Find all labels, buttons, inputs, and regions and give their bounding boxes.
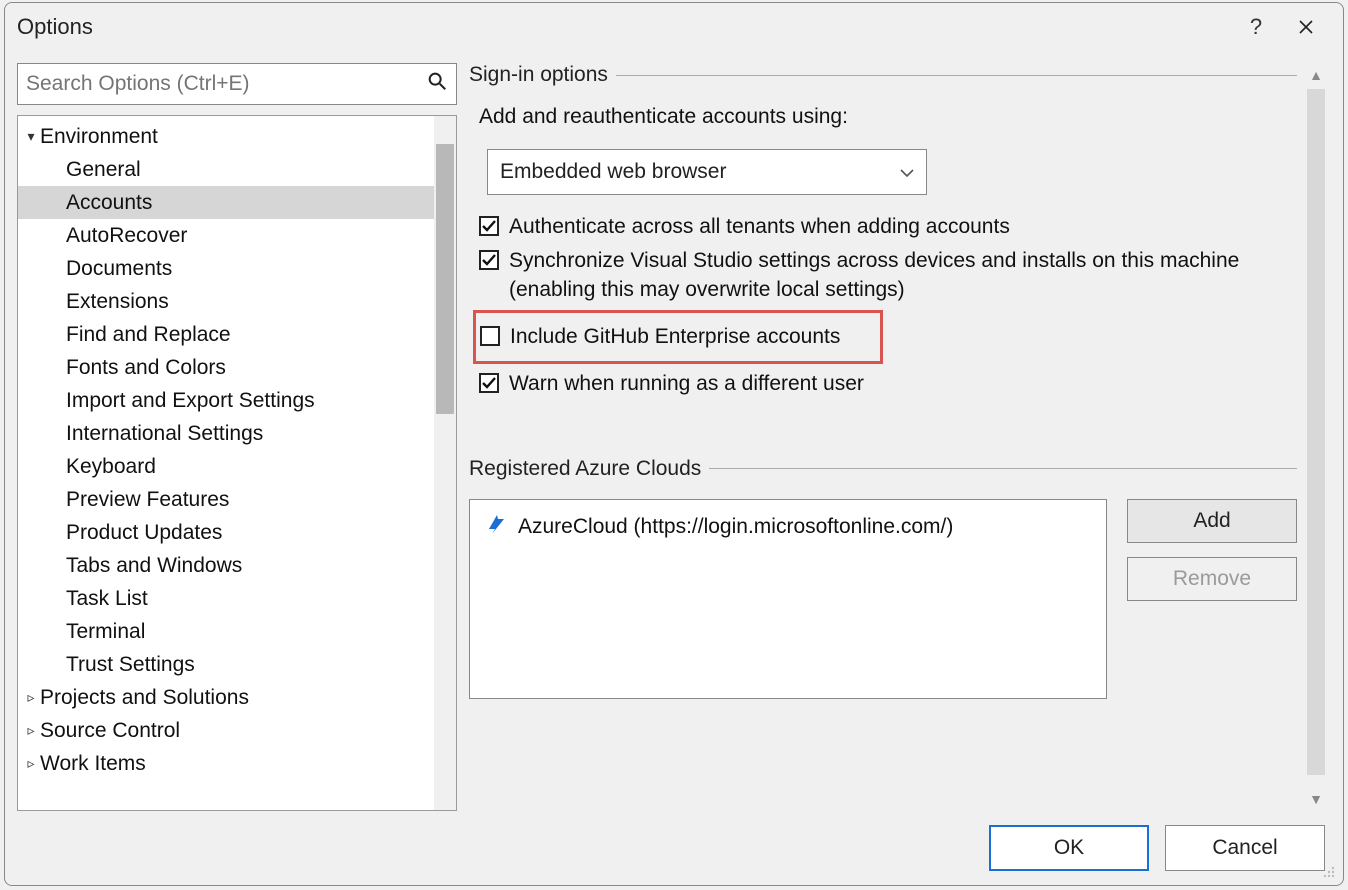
checkbox[interactable] xyxy=(479,373,499,393)
tree-item[interactable]: AutoRecover xyxy=(18,219,434,252)
tree-item[interactable]: ▹Work Items xyxy=(18,747,434,780)
checkbox-row[interactable]: Include GitHub Enterprise accounts xyxy=(480,323,874,351)
tree-item-label: Tabs and Windows xyxy=(66,554,242,578)
tree-expand-icon[interactable]: ▹ xyxy=(22,722,40,739)
tree-item[interactable]: ▹Source Control xyxy=(18,714,434,747)
tree-expand-icon[interactable]: ▹ xyxy=(22,689,40,706)
checkbox-row[interactable]: Warn when running as a different user xyxy=(479,370,1297,398)
tree-item-label: Source Control xyxy=(40,719,180,743)
tree-item-label: Terminal xyxy=(66,620,145,644)
signin-intro: Add and reauthenticate accounts using: xyxy=(479,105,1297,129)
tree-item[interactable]: Preview Features xyxy=(18,483,434,516)
tree-item-label: Task List xyxy=(66,587,148,611)
right-scrollbar[interactable]: ▲ ▼ xyxy=(1301,63,1331,811)
section-signin-header: Sign-in options xyxy=(469,63,1297,87)
tree-item-label: International Settings xyxy=(66,422,263,446)
window-title: Options xyxy=(17,14,93,40)
ok-button[interactable]: OK xyxy=(989,825,1149,871)
checkbox-label: Warn when running as a different user xyxy=(509,370,864,398)
options-dialog: Options ? ▾Environment General Accounts Aut… xyxy=(4,2,1344,886)
tree-item-label: Fonts and Colors xyxy=(66,356,226,380)
checkbox-label: Authenticate across all tenants when add… xyxy=(509,213,1010,241)
checkbox[interactable] xyxy=(480,326,500,346)
tree-item[interactable]: Import and Export Settings xyxy=(18,384,434,417)
search-icon xyxy=(426,70,448,98)
dialog-footer: OK Cancel xyxy=(5,811,1343,885)
checkbox-label: Include GitHub Enterprise accounts xyxy=(510,323,840,351)
tree-item[interactable]: Trust Settings xyxy=(18,648,434,681)
cloud-item[interactable]: AzureCloud (https://login.microsoftonlin… xyxy=(484,512,1092,542)
highlighted-option: Include GitHub Enterprise accounts xyxy=(473,310,883,364)
tree-item-label: Preview Features xyxy=(66,488,229,512)
tree-item[interactable]: Keyboard xyxy=(18,450,434,483)
tree-item-label: General xyxy=(66,158,141,182)
azure-icon xyxy=(484,512,508,542)
tree-item-label: Documents xyxy=(66,257,172,281)
tree-item[interactable]: Tabs and Windows xyxy=(18,549,434,582)
tree-item-label: Work Items xyxy=(40,752,146,776)
titlebar: Options ? xyxy=(5,3,1343,51)
tree-item[interactable]: ▾Environment xyxy=(18,120,434,153)
section-clouds-header: Registered Azure Clouds xyxy=(469,457,1297,481)
checkbox[interactable] xyxy=(479,216,499,236)
combo-selected-label: Embedded web browser xyxy=(500,160,726,184)
tree-item-label: Accounts xyxy=(66,191,152,215)
tree-item[interactable]: Find and Replace xyxy=(18,318,434,351)
scroll-down-icon[interactable]: ▼ xyxy=(1301,787,1331,811)
tree-expand-icon[interactable]: ▾ xyxy=(22,128,40,145)
checkbox-row[interactable]: Authenticate across all tenants when add… xyxy=(479,213,1297,241)
clouds-list[interactable]: AzureCloud (https://login.microsoftonlin… xyxy=(469,499,1107,699)
dialog-body: ▾Environment General Accounts AutoRecover Do… xyxy=(5,51,1343,811)
tree-item-label: Projects and Solutions xyxy=(40,686,249,710)
tree-item[interactable]: Task List xyxy=(18,582,434,615)
tree-scrollbar[interactable] xyxy=(434,116,456,810)
search-input[interactable] xyxy=(26,72,426,96)
tree-item[interactable]: Fonts and Colors xyxy=(18,351,434,384)
right-pane: Sign-in options Add and reauthenticate a… xyxy=(469,63,1331,811)
help-button[interactable]: ? xyxy=(1231,7,1281,47)
tree-item-label: Extensions xyxy=(66,290,169,314)
tree-item-label: Environment xyxy=(40,125,158,149)
tree-expand-icon[interactable]: ▹ xyxy=(22,755,40,772)
scroll-up-icon[interactable]: ▲ xyxy=(1301,63,1331,87)
tree-item-label: Find and Replace xyxy=(66,323,231,347)
auth-method-combo[interactable]: Embedded web browser xyxy=(487,149,927,195)
tree-item-label: Product Updates xyxy=(66,521,222,545)
cloud-item-label: AzureCloud (https://login.microsoftonlin… xyxy=(518,515,953,539)
tree-item-label: AutoRecover xyxy=(66,224,187,248)
chevron-down-icon xyxy=(900,160,914,184)
left-pane: ▾Environment General Accounts AutoRecover Do… xyxy=(17,63,457,811)
tree-item-label: Trust Settings xyxy=(66,653,195,677)
checkbox[interactable] xyxy=(479,250,499,270)
add-cloud-button[interactable]: Add xyxy=(1127,499,1297,543)
search-options[interactable] xyxy=(17,63,457,105)
checkbox-label: Synchronize Visual Studio settings acros… xyxy=(509,247,1269,304)
tree-item[interactable]: Extensions xyxy=(18,285,434,318)
scrollbar-thumb[interactable] xyxy=(1307,89,1325,775)
tree-item[interactable]: Accounts xyxy=(18,186,434,219)
close-button[interactable] xyxy=(1281,7,1331,47)
checkbox-row[interactable]: Synchronize Visual Studio settings acros… xyxy=(479,247,1297,304)
tree-item[interactable]: Documents xyxy=(18,252,434,285)
resize-grip[interactable] xyxy=(1321,863,1337,879)
tree-item-label: Keyboard xyxy=(66,455,156,479)
tree-item-label: Import and Export Settings xyxy=(66,389,315,413)
tree-item[interactable]: Terminal xyxy=(18,615,434,648)
scrollbar-thumb[interactable] xyxy=(436,144,454,414)
tree-item[interactable]: International Settings xyxy=(18,417,434,450)
tree-item[interactable]: ▹Projects and Solutions xyxy=(18,681,434,714)
tree: ▾Environment General Accounts AutoRecover Do… xyxy=(17,115,457,811)
tree-item[interactable]: Product Updates xyxy=(18,516,434,549)
section-title: Registered Azure Clouds xyxy=(469,457,701,481)
section-title: Sign-in options xyxy=(469,63,608,87)
remove-cloud-button: Remove xyxy=(1127,557,1297,601)
tree-item[interactable]: General xyxy=(18,153,434,186)
cancel-button[interactable]: Cancel xyxy=(1165,825,1325,871)
